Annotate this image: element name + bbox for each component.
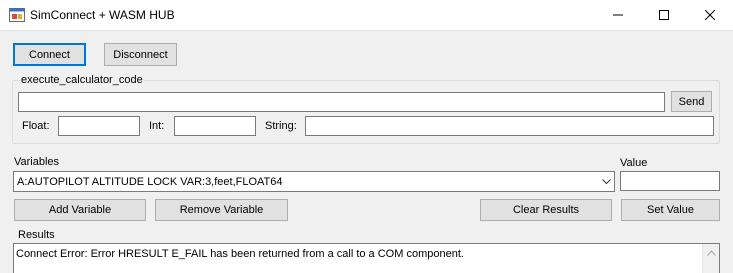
value-label: Value [620, 157, 648, 169]
results-label: Results [18, 229, 55, 241]
clear-results-button[interactable]: Clear Results [480, 199, 612, 221]
title-bar: SimConnect + WASM HUB [0, 0, 733, 30]
float-input[interactable] [58, 116, 140, 136]
results-scrollbar[interactable] [702, 244, 719, 273]
set-value-button[interactable]: Set Value [621, 199, 720, 221]
close-icon [705, 10, 715, 20]
app-icon [9, 8, 25, 22]
calculator-group-label: execute_calculator_code [20, 73, 144, 87]
minimize-button[interactable] [595, 0, 641, 30]
value-input[interactable] [620, 171, 720, 191]
send-button[interactable]: Send [671, 91, 712, 112]
maximize-icon [659, 10, 669, 20]
string-label: String: [265, 120, 297, 132]
scroll-up-icon [707, 250, 716, 256]
results-line: Connect Error: Error HRESULT E_FAIL has … [16, 248, 464, 260]
remove-variable-button[interactable]: Remove Variable [155, 199, 288, 221]
float-label: Float: [22, 120, 50, 132]
variables-dropdown[interactable]: A:AUTOPILOT ALTITUDE LOCK VAR:3,feet,FLO… [13, 171, 615, 192]
calculator-code-input[interactable] [18, 92, 665, 112]
int-label: Int: [149, 120, 165, 132]
client-area [0, 30, 733, 273]
disconnect-button[interactable]: Disconnect [104, 43, 177, 66]
chevron-down-icon [598, 172, 614, 191]
connect-button[interactable]: Connect [13, 43, 86, 66]
variables-selected: A:AUTOPILOT ALTITUDE LOCK VAR:3,feet,FLO… [17, 175, 283, 188]
variables-label: Variables [14, 156, 60, 168]
add-variable-button[interactable]: Add Variable [14, 199, 146, 221]
maximize-button[interactable] [641, 0, 687, 30]
close-button[interactable] [687, 0, 733, 30]
results-box[interactable]: Connect Error: Error HRESULT E_FAIL has … [13, 243, 720, 273]
minimize-icon [613, 14, 623, 16]
string-input[interactable] [305, 116, 714, 136]
window-title: SimConnect + WASM HUB [30, 8, 175, 22]
int-input[interactable] [174, 116, 256, 136]
